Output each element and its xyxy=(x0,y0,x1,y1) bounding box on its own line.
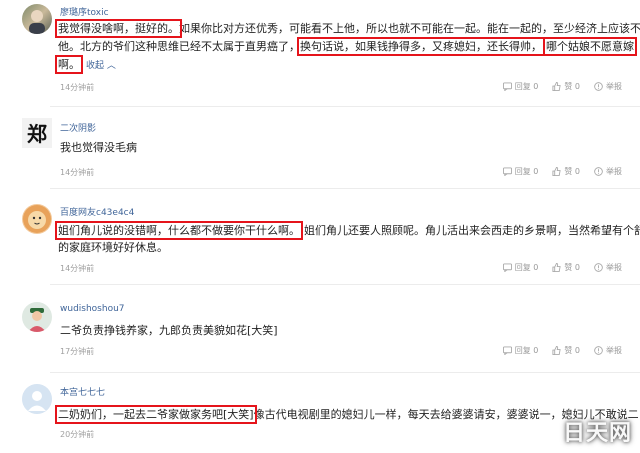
comment-actions: 回复 0 赞 0 举报 xyxy=(502,81,622,92)
avatar[interactable] xyxy=(22,384,52,414)
report-button[interactable]: 举报 xyxy=(594,345,622,356)
comment-text-line: 他。北方的爷们这种思维已经不太属于直男癌了，换句话说，如果钱挣得多，又疼媳妇，还… xyxy=(58,37,637,56)
report-icon xyxy=(594,263,603,272)
default-avatar-icon xyxy=(22,384,52,414)
like-button[interactable]: 赞 0 xyxy=(552,262,580,273)
report-button[interactable]: 举报 xyxy=(594,81,622,92)
reply-icon xyxy=(502,346,512,355)
watermark-logo: 日天网 xyxy=(562,421,632,446)
highlighted-text: 哪个姑娘不愿意嫁 xyxy=(543,37,637,56)
comment-text-line: 二奶奶们，一起去二爷家做家务吧[大笑]像古代电视剧里的媳妇儿一样，每天去给婆婆请… xyxy=(55,405,639,424)
chevron-up-icon: ︿ xyxy=(106,61,116,71)
divider xyxy=(50,106,640,107)
comment-text: 的家庭环境好好休息。 xyxy=(58,241,168,254)
comment-text-line: 我觉得没啥啊，挺好的。如果你比对方还优秀，可能看不上他，所以也就不可能在一起。能… xyxy=(55,19,640,38)
report-button[interactable]: 举报 xyxy=(594,166,622,177)
divider xyxy=(50,372,640,373)
avatar[interactable] xyxy=(22,302,52,332)
like-label: 赞 0 xyxy=(564,346,580,355)
reply-label: 回复 0 xyxy=(514,82,539,91)
username[interactable]: 二次阴影 xyxy=(60,121,96,134)
comment-item: 廖璐序toxic 我觉得没啥啊，挺好的。如果你比对方还优秀，可能看不上他，所以也… xyxy=(0,0,640,104)
highlighted-text: 二奶奶们，一起去二爷家做家务吧[大笑] xyxy=(55,405,257,424)
comment-actions: 回复 0 赞 0 举报 xyxy=(502,345,622,356)
report-label: 举报 xyxy=(606,82,622,91)
username[interactable]: wudishoshou7 xyxy=(60,304,125,314)
collapse-label: 收起 xyxy=(86,61,105,71)
like-label: 赞 0 xyxy=(564,263,580,272)
thumbs-up-icon xyxy=(552,167,561,176)
comment-item: 本宫七七七 二奶奶们，一起去二爷家做家务吧[大笑]像古代电视剧里的媳妇儿一样，每… xyxy=(0,374,640,453)
like-button[interactable]: 赞 0 xyxy=(552,345,580,356)
report-icon xyxy=(594,82,603,91)
avatar[interactable]: 郑 xyxy=(22,118,52,148)
comment-text: 如果你比对方还优秀，可能看不上他，所以也就不可能在一起。能在一起的，至少经济上应… xyxy=(179,22,640,35)
thumbs-up-icon xyxy=(552,263,561,272)
comment-time: 14分钟前 xyxy=(60,168,95,177)
thumbs-up-icon xyxy=(552,82,561,91)
comment-text: 他。北方的爷们这种思维已经不太属于直男癌了， xyxy=(58,40,300,53)
comment-text: 姐们角儿还要人照顾呢。角儿活出来会西走的乡景啊，当然希望有个舒适 xyxy=(304,224,640,237)
like-label: 赞 0 xyxy=(564,82,580,91)
comment-text-line: 姐们角儿说的没错啊，什么都不做要你干什么啊。 姐们角儿还要人照顾呢。角儿活出来会西… xyxy=(55,221,640,240)
thumbs-up-icon xyxy=(552,346,561,355)
reply-icon xyxy=(502,263,512,272)
comment-time: 17分钟前 xyxy=(60,347,95,356)
reply-button[interactable]: 回复 0 xyxy=(502,262,539,273)
like-button[interactable]: 赞 0 xyxy=(552,81,580,92)
like-button[interactable]: 赞 0 xyxy=(552,166,580,177)
report-button[interactable]: 举报 xyxy=(594,262,622,273)
comment-time: 20分钟前 xyxy=(60,430,95,439)
photo-avatar-icon xyxy=(29,10,45,34)
comment-text-line: 的家庭环境好好休息。 xyxy=(58,239,168,256)
highlighted-text: 我觉得没啥啊，挺好的。 xyxy=(55,19,182,38)
person-avatar-icon xyxy=(22,302,52,332)
reply-label: 回复 0 xyxy=(514,167,539,176)
lion-avatar-icon xyxy=(23,205,51,233)
comment-time: 14分钟前 xyxy=(60,83,95,92)
username[interactable]: 百度网友c43e4c4 xyxy=(60,205,134,218)
highlighted-text: 啊。 xyxy=(55,55,83,74)
like-label: 赞 0 xyxy=(564,167,580,176)
comment-item: wudishoshou7 二爷负责挣钱养家，九郎负责美貌如花[大笑] 17分钟前… xyxy=(0,286,640,370)
comment-item: 郑 二次阴影 我也觉得没毛病 14分钟前 回复 0 赞 0 举报 xyxy=(0,108,640,186)
avatar[interactable] xyxy=(22,204,52,234)
username[interactable]: 本宫七七七 xyxy=(60,385,105,398)
report-label: 举报 xyxy=(606,263,622,272)
reply-button[interactable]: 回复 0 xyxy=(502,166,539,177)
reply-button[interactable]: 回复 0 xyxy=(502,81,539,92)
report-label: 举报 xyxy=(606,346,622,355)
comment-text: 我也觉得没毛病 xyxy=(60,141,137,154)
username[interactable]: 廖璐序toxic xyxy=(60,5,109,18)
comment-time: 14分钟前 xyxy=(60,264,95,273)
reply-label: 回复 0 xyxy=(514,263,539,272)
reply-button[interactable]: 回复 0 xyxy=(502,345,539,356)
comment-item: 百度网友c43e4c4 姐们角儿说的没错啊，什么都不做要你干什么啊。 姐们角儿还要… xyxy=(0,190,640,282)
calligraphy-avatar-icon: 郑 xyxy=(27,122,47,146)
reply-icon xyxy=(502,82,512,91)
reply-icon xyxy=(502,167,512,176)
divider xyxy=(50,284,640,285)
svg-text:郑: 郑 xyxy=(27,122,47,146)
collapse-link[interactable]: 收起 ︿ xyxy=(86,61,116,71)
comment-actions: 回复 0 赞 0 举报 xyxy=(502,166,622,177)
report-icon xyxy=(594,167,603,176)
comment-text: 二爷负责挣钱养家，九郎负责美貌如花[大笑] xyxy=(60,324,278,337)
reply-label: 回复 0 xyxy=(514,346,539,355)
report-icon xyxy=(594,346,603,355)
divider xyxy=(50,188,640,189)
report-label: 举报 xyxy=(606,167,622,176)
highlighted-text: 换句话说，如果钱挣得多，又疼媳妇，还长得帅， xyxy=(297,37,545,56)
comment-text-line: 啊。 收起 ︿ xyxy=(55,55,116,75)
comment-actions: 回复 0 赞 0 举报 xyxy=(502,262,622,273)
highlighted-text: 姐们角儿说的没错啊，什么都不做要你干什么啊。 xyxy=(55,221,303,240)
avatar[interactable] xyxy=(22,4,52,34)
